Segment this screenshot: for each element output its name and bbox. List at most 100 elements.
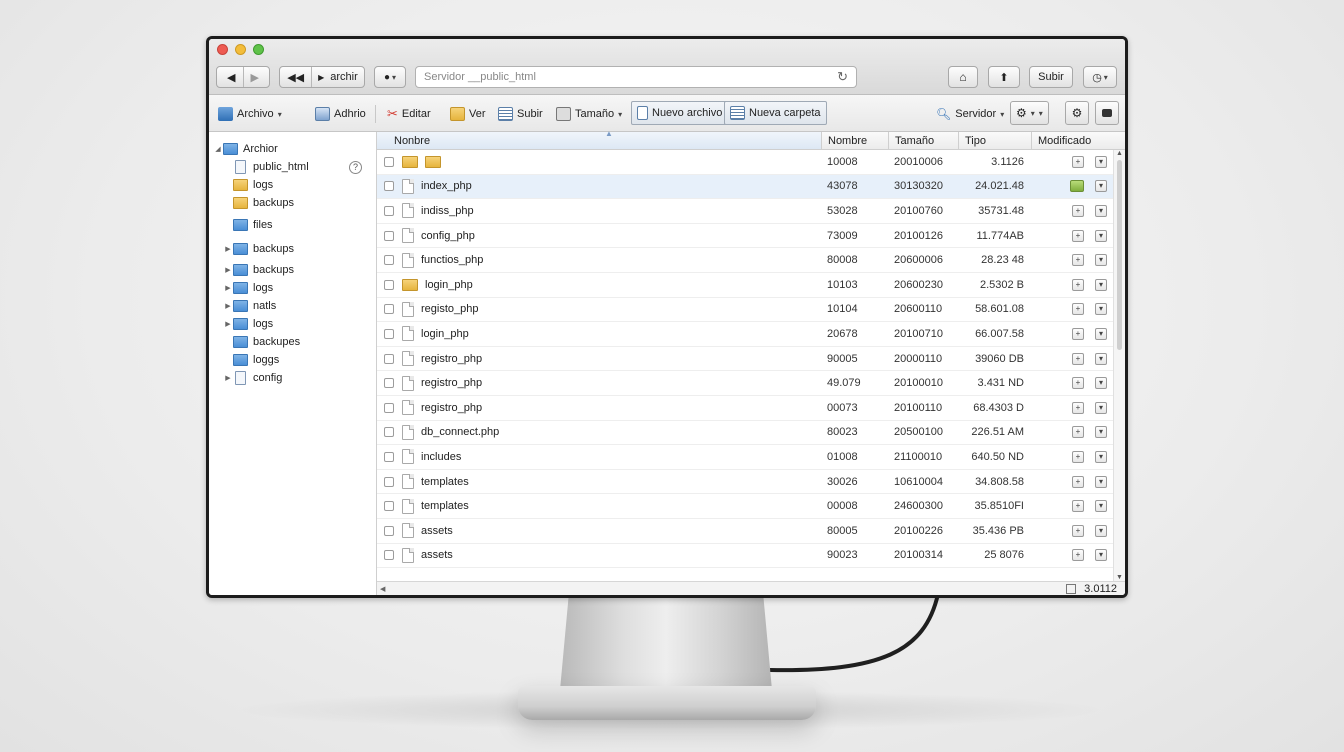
address-field[interactable]: Servidor __public_html ↻	[415, 66, 857, 88]
row-menu-icon[interactable]: ▾	[1095, 401, 1107, 414]
sidebar-item[interactable]: ▶ backups	[223, 261, 294, 279]
row-checkbox[interactable]	[383, 255, 394, 266]
disclosure-closed-icon[interactable]: ▶	[223, 245, 233, 253]
sidebar-item[interactable]: backupes	[223, 333, 300, 351]
sidebar-item[interactable]: ▶ logs	[223, 279, 273, 297]
row-menu-icon[interactable]: ▾	[1095, 352, 1107, 365]
row-menu-icon[interactable]: ▾	[1095, 155, 1107, 168]
file-row[interactable]: assets 80005 20100226 35.436 PB + ▾	[377, 519, 1113, 544]
row-checkbox[interactable]	[383, 427, 394, 438]
sidebar-item[interactable]: ▶ backups	[223, 240, 294, 258]
disclosure-closed-icon[interactable]: ▶	[223, 320, 233, 328]
disclosure-closed-icon[interactable]: ▶	[223, 266, 233, 274]
home-button[interactable]: ⌂	[948, 66, 978, 88]
add-icon[interactable]: +	[1072, 426, 1084, 439]
reload-icon[interactable]: ↻	[837, 69, 848, 85]
add-icon[interactable]: +	[1072, 229, 1084, 242]
row-checkbox[interactable]	[383, 279, 394, 290]
column-tamano[interactable]: Tamaño	[889, 132, 959, 149]
row-menu-icon[interactable]: ▾	[1095, 327, 1107, 340]
rewind-icon[interactable]: ◀◀	[280, 67, 311, 87]
help-icon[interactable]: ?	[349, 161, 362, 174]
row-checkbox[interactable]	[383, 328, 394, 339]
add-icon[interactable]: +	[1072, 204, 1084, 217]
vertical-scrollbar[interactable]: ▲ ▼	[1113, 150, 1125, 581]
file-row[interactable]: db_connect.php 80023 20500100 226.51 AM + ▾	[377, 421, 1113, 446]
editar-button[interactable]: ✂ Editar	[387, 104, 431, 124]
upload-button[interactable]: Subir	[1029, 66, 1073, 88]
add-icon[interactable]: +	[1072, 254, 1084, 267]
file-row[interactable]: login_php 10103 20600230 2.5302 B + ▾	[377, 273, 1113, 298]
file-row[interactable]: config_php 73009 20100126 11.774AB + ▾	[377, 224, 1113, 249]
file-row[interactable]: functios_php 80008 20600006 28.23 48 + ▾	[377, 248, 1113, 273]
row-menu-icon[interactable]: ▾	[1095, 377, 1107, 390]
row-checkbox[interactable]	[383, 230, 394, 241]
file-row[interactable]: 10008 20010006 3.1126 + ▾	[377, 150, 1113, 175]
file-row[interactable]: indiss_php 53028 20100760 35731.48 + ▾	[377, 199, 1113, 224]
file-row[interactable]: login_php 20678 20100710 66.007.58 + ▾	[377, 322, 1113, 347]
adhrio-button[interactable]: Adhrio	[315, 104, 366, 124]
column-tipo[interactable]: Tipo	[959, 132, 1032, 149]
sidebar-item[interactable]: ▶ logs	[223, 315, 273, 333]
sidebar-item[interactable]: loggs	[223, 351, 279, 369]
disclosure-closed-icon[interactable]: ▶	[223, 374, 233, 382]
scrollbar-thumb[interactable]	[1117, 160, 1122, 350]
add-icon[interactable]: +	[1072, 377, 1084, 390]
forward-icon[interactable]: ▶	[242, 67, 266, 87]
row-menu-icon[interactable]: ▾	[1095, 426, 1107, 439]
add-icon[interactable]: +	[1072, 327, 1084, 340]
column-modificado[interactable]: Modificado	[1032, 132, 1125, 149]
path-nav-button[interactable]: ▶ archir	[311, 67, 364, 87]
preferences-button[interactable]: ⚙	[1065, 101, 1089, 125]
row-checkbox[interactable]	[383, 451, 394, 462]
nuevo-archivo-button[interactable]: Nuevo archivo	[631, 101, 729, 125]
sidebar-item[interactable]: ▶ natls	[223, 297, 276, 315]
column-nombre-main[interactable]: Nonbre ▲	[377, 129, 822, 149]
settings-menu[interactable]: ⚙ ▾ ▾	[1010, 101, 1049, 125]
file-row[interactable]: index_php 43078 30130320 24.021.48 ▾	[377, 174, 1113, 200]
subir-button[interactable]: Subir	[498, 104, 543, 124]
action-menu-button[interactable]: ● ▾	[374, 66, 406, 88]
history-button[interactable]: ◷ ▾	[1083, 66, 1117, 88]
row-checkbox[interactable]	[383, 304, 394, 315]
tree-root[interactable]: ◢ Archior	[213, 140, 278, 158]
file-row[interactable]: registro_php 49.079 20100010 3.431 ND + ▾	[377, 371, 1113, 396]
row-menu-icon[interactable]: ▾	[1095, 524, 1107, 537]
file-row[interactable]: registro_php 00073 20100110 68.4303 D + ▾	[377, 396, 1113, 421]
servidor-menu[interactable]: 🔍︎ Servidor ▾	[936, 104, 1004, 124]
row-checkbox[interactable]	[383, 402, 394, 413]
nueva-carpeta-button[interactable]: Nueva carpeta	[724, 101, 827, 125]
row-checkbox[interactable]	[383, 378, 394, 389]
file-row[interactable]: registo_php 10104 20600110 58.601.08 + ▾	[377, 298, 1113, 323]
sidebar-item[interactable]: logs	[223, 176, 273, 194]
terminal-button[interactable]	[1095, 101, 1119, 125]
row-checkbox[interactable]	[383, 156, 394, 167]
row-checkbox[interactable]	[383, 501, 394, 512]
back-icon[interactable]: ◀	[220, 67, 242, 87]
scroll-up-icon[interactable]: ▲	[1114, 150, 1125, 157]
scroll-down-icon[interactable]: ▼	[1114, 574, 1125, 581]
minimize-window-button[interactable]	[235, 44, 246, 55]
file-row[interactable]: registro_php 90005 20000110 39060 DB + ▾	[377, 347, 1113, 372]
add-icon[interactable]: +	[1072, 549, 1084, 562]
add-icon[interactable]: +	[1072, 303, 1084, 316]
row-checkbox[interactable]	[383, 205, 394, 216]
disclosure-closed-icon[interactable]: ▶	[223, 302, 233, 310]
file-row[interactable]: templates 00008 24600300 35.8510FI + ▾	[377, 494, 1113, 519]
add-icon[interactable]: +	[1072, 524, 1084, 537]
row-checkbox[interactable]	[383, 181, 394, 192]
row-checkbox[interactable]	[383, 476, 394, 487]
add-icon[interactable]: +	[1072, 450, 1084, 463]
edit-icon[interactable]	[1070, 180, 1084, 193]
add-icon[interactable]: +	[1072, 475, 1084, 488]
scroll-left-icon[interactable]: ◀	[380, 585, 385, 593]
sidebar-item[interactable]: public_html	[223, 158, 309, 176]
ver-button[interactable]: Ver	[450, 104, 486, 124]
row-menu-icon[interactable]: ▾	[1095, 475, 1107, 488]
file-row[interactable]: assets 90023 20100314 25 8076 + ▾	[377, 544, 1113, 569]
row-menu-icon[interactable]: ▾	[1095, 450, 1107, 463]
disclosure-closed-icon[interactable]: ▶	[223, 284, 233, 292]
row-menu-icon[interactable]: ▾	[1095, 303, 1107, 316]
file-row[interactable]: includes 01008 21100010 640.50 ND + ▾	[377, 445, 1113, 470]
row-menu-icon[interactable]: ▾	[1095, 229, 1107, 242]
